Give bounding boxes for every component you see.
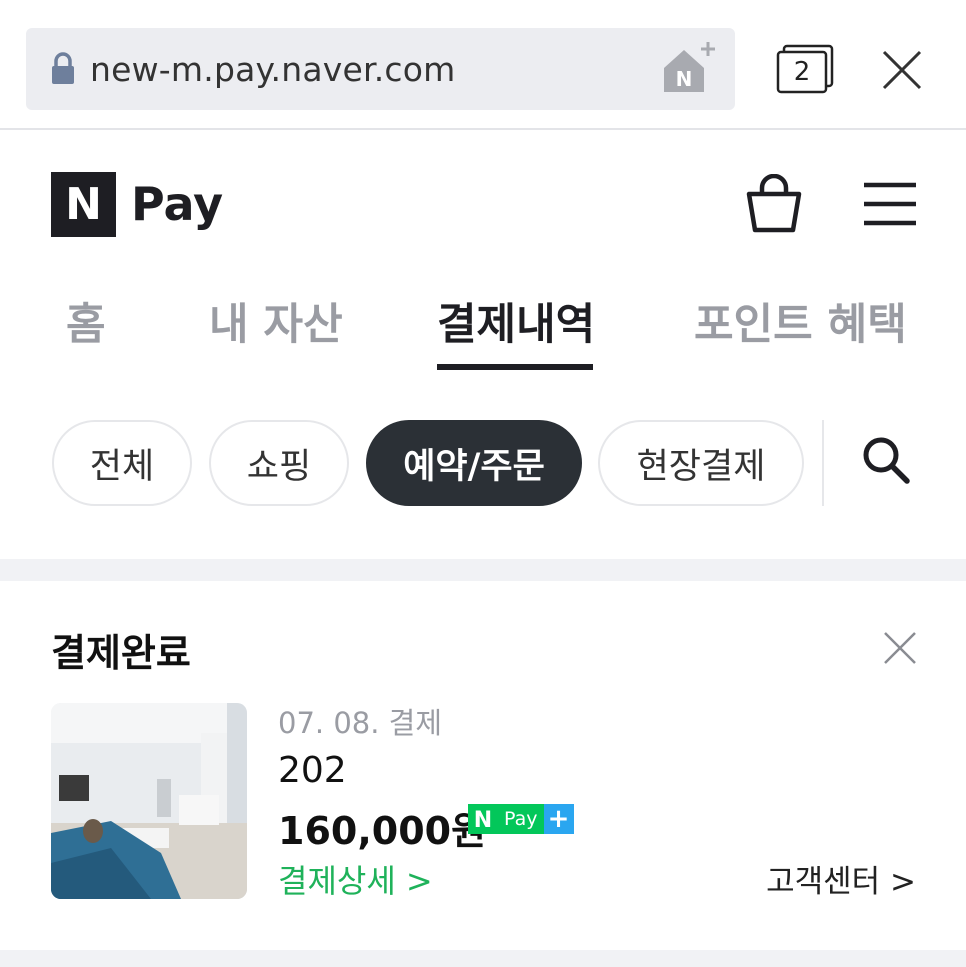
browser-toolbar: new-m.pay.naver.com N 2 (0, 0, 966, 130)
filter-reservation-order[interactable]: 예약/주문 (366, 420, 582, 506)
url-text[interactable]: new-m.pay.naver.com (90, 50, 456, 89)
order-status-title: 결제완료 (51, 631, 191, 675)
order-date: 07. 08. 결제 (278, 706, 443, 740)
tab-home[interactable]: 홈 (66, 290, 106, 352)
npay-badge-n: N (468, 804, 498, 834)
hamburger-menu-icon[interactable] (862, 180, 918, 228)
tab-switcher-button[interactable]: 2 (776, 44, 834, 94)
tab-payment-history[interactable]: 결제내역 (437, 290, 595, 352)
room-photo-image (51, 703, 247, 899)
npay-badge-pay: Pay (498, 804, 544, 834)
tab-count: 2 (793, 57, 811, 87)
naver-logo[interactable]: N (51, 172, 116, 237)
filter-all[interactable]: 전체 (52, 420, 192, 506)
customer-center-link[interactable]: 고객센터 > (766, 856, 916, 901)
active-tab-indicator (437, 364, 593, 370)
section-divider (0, 950, 966, 967)
svg-text:N: N (676, 67, 693, 91)
tab-point-benefits[interactable]: 포인트 혜택 (694, 290, 907, 352)
section-divider (0, 559, 966, 581)
tab-my-assets[interactable]: 내 자산 (209, 290, 343, 352)
npay-plus-badge: N Pay + (468, 804, 574, 834)
pay-logo-text[interactable]: Pay (131, 172, 223, 237)
close-icon[interactable] (880, 48, 924, 92)
payment-detail-link[interactable]: 결제상세 > (278, 856, 433, 902)
order-price: 160,000원 (278, 809, 487, 853)
filter-divider (822, 420, 824, 506)
close-icon[interactable] (882, 630, 918, 666)
order-item-name[interactable]: 202 (278, 750, 347, 791)
add-to-home-icon[interactable]: N (660, 40, 718, 96)
filter-shopping[interactable]: 쇼핑 (209, 420, 349, 506)
order-thumbnail[interactable] (51, 703, 247, 899)
search-icon[interactable] (860, 434, 912, 486)
lock-icon (52, 52, 74, 84)
shopping-bag-icon[interactable] (745, 174, 803, 234)
filter-onsite-payment[interactable]: 현장결제 (598, 420, 804, 506)
npay-badge-plus: + (543, 804, 574, 834)
